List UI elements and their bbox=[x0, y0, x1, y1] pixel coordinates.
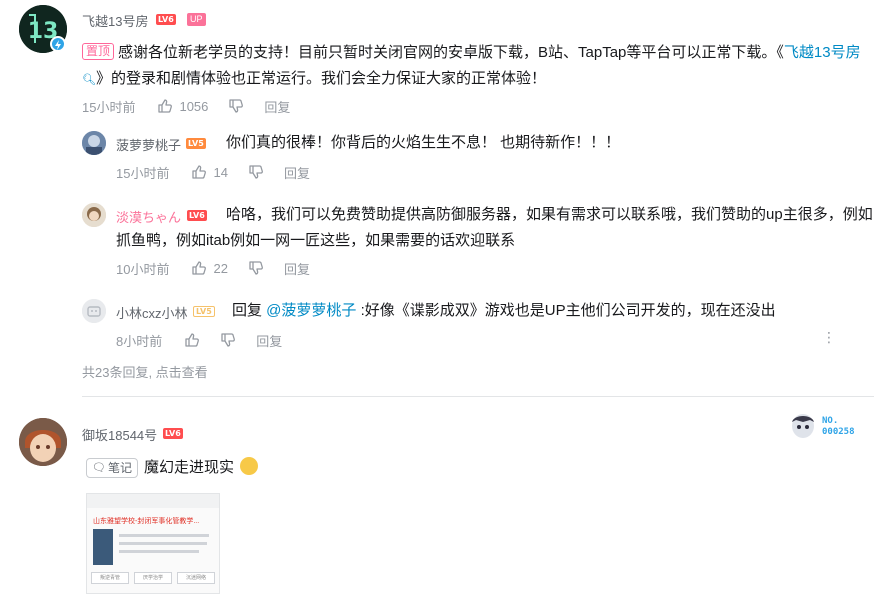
reply-text: 哈咯，我们可以免费赞助提供高防御服务器，如果有需求可以联系哦，我们赞助的up主很… bbox=[116, 206, 873, 249]
thumbnail-button: 厌学治学 bbox=[134, 572, 172, 584]
reply-meta: 15小时前 14 回复 bbox=[116, 163, 310, 181]
reply-text: 你们真的很棒！你背后的火焰生生不息！ 也期待新作！！！ bbox=[226, 134, 621, 151]
mention-link[interactable]: @菠萝萝桃子 bbox=[266, 302, 356, 319]
fan-card-character-icon bbox=[792, 414, 814, 438]
comment-content: 🗨︎ 笔记 魔幻走进现实 bbox=[86, 455, 786, 481]
comment-username[interactable]: 飞越13号房 bbox=[82, 11, 148, 30]
thumbnail-search-bar bbox=[87, 494, 219, 508]
like-count: 22 bbox=[213, 260, 228, 276]
thumbnail-title: 山东雅望学校-封闭军事化管教学... bbox=[93, 518, 200, 525]
avatar[interactable] bbox=[82, 131, 106, 155]
up-badge: UP bbox=[187, 13, 206, 26]
comment-username[interactable]: 御坂18544号 bbox=[82, 425, 157, 444]
level-badge: LV5 bbox=[193, 306, 215, 317]
thumbs-down-icon[interactable] bbox=[220, 332, 236, 348]
timestamp: 15小时前 bbox=[116, 165, 170, 181]
reply-meta: 8小时前 回复 bbox=[116, 331, 282, 349]
timestamp: 15小时前 bbox=[82, 99, 136, 115]
reply-meta: 10小时前 22 回复 bbox=[116, 259, 310, 277]
view-more-replies[interactable]: 共23条回复, 点击查看 bbox=[82, 362, 208, 381]
reply-text: 回复 @菠萝萝桃子 :好像《谍影成双》游戏也是UP主他们公司开发的，现在还没出 bbox=[232, 298, 872, 324]
reply-button[interactable]: 回复 bbox=[256, 331, 282, 350]
note-image-thumbnail[interactable]: 山东雅望学校-封闭军事化管教学... 叛逆青管 厌学治学 沉迷网络 bbox=[86, 493, 220, 594]
level-badge: LV6 bbox=[163, 428, 183, 439]
timestamp: 8小时前 bbox=[116, 333, 163, 349]
thumbnail-text-line bbox=[119, 534, 209, 537]
thumbnail-button: 叛逆青管 bbox=[91, 572, 129, 584]
thumbs-down-icon[interactable] bbox=[248, 164, 264, 180]
note-tag[interactable]: 🗨︎ 笔记 bbox=[86, 458, 138, 478]
search-icon[interactable]: 🔍︎ bbox=[82, 74, 96, 86]
thumbnail-text-line bbox=[119, 542, 207, 545]
note-tag-label: 笔记 bbox=[107, 461, 132, 475]
reply-button[interactable]: 回复 bbox=[264, 97, 290, 116]
game-link[interactable]: 飞越13号房 bbox=[784, 44, 861, 61]
reply-username[interactable]: 小林cxz小林 bbox=[116, 303, 188, 322]
thumbs-up-icon[interactable] bbox=[191, 164, 207, 180]
avatar[interactable] bbox=[82, 299, 106, 323]
thumbs-up-icon[interactable] bbox=[184, 332, 200, 348]
comment-text: 魔幻走进现实 bbox=[143, 459, 234, 476]
level-badge: LV5 bbox=[186, 138, 206, 149]
avatar[interactable] bbox=[19, 418, 67, 466]
level-badge: LV6 bbox=[156, 14, 176, 25]
note-icon: 🗨︎ bbox=[92, 462, 106, 474]
thumbs-down-icon[interactable] bbox=[228, 98, 244, 114]
reply-text-body: :好像《谍影成双》游戏也是UP主他们公司开发的，现在还没出 bbox=[356, 302, 776, 319]
fan-card[interactable]: NO. 000258 bbox=[790, 412, 870, 442]
comment-meta: 15小时前 1056 回复 bbox=[82, 97, 290, 115]
thumbnail-photo bbox=[93, 529, 113, 565]
reply-username[interactable]: 菠萝萝桃子 bbox=[116, 135, 181, 154]
thumbs-down-icon[interactable] bbox=[248, 260, 264, 276]
thumbs-up-icon[interactable] bbox=[191, 260, 207, 276]
comment-text-before: 感谢各位新老学员的支持！目前只暂时关闭官网的安卓版下载，B站、TapTap等平台… bbox=[118, 44, 784, 61]
emoji-icon bbox=[240, 457, 259, 475]
like-count: 14 bbox=[213, 164, 228, 180]
comment-text-after: 》的登录和剧情体验也正常运行。我们会全力保证大家的正常体验！ bbox=[95, 70, 546, 87]
thumbs-up-icon[interactable] bbox=[157, 98, 173, 114]
verified-badge-icon bbox=[50, 36, 66, 52]
fan-card-number: 000258 bbox=[822, 427, 855, 437]
reply-button[interactable]: 回复 bbox=[284, 163, 310, 182]
more-vertical-icon[interactable]: ⋮ bbox=[822, 330, 836, 344]
reply-button[interactable]: 回复 bbox=[284, 259, 310, 278]
pinned-tag: 置顶 bbox=[82, 43, 115, 60]
reply-prefix: 回复 bbox=[232, 302, 267, 319]
fan-card-no: NO. bbox=[822, 416, 839, 426]
thumbnail-text-line bbox=[119, 550, 199, 553]
like-count: 1056 bbox=[179, 98, 209, 114]
comment-divider bbox=[82, 396, 874, 397]
avatar[interactable] bbox=[82, 203, 106, 227]
timestamp: 10小时前 bbox=[116, 261, 170, 277]
comment-content: 置顶 感谢各位新老学员的支持！目前只暂时关闭官网的安卓版下载，B站、TapTap等… bbox=[82, 40, 877, 93]
thumbnail-button: 沉迷网络 bbox=[177, 572, 215, 584]
